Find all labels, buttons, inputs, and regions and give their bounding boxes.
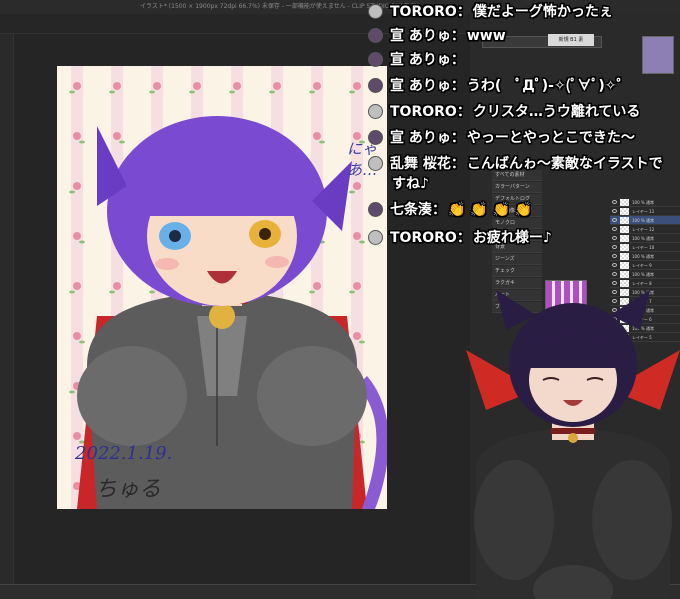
chat-body: 👏 👏 👏 👏 [448,202,533,218]
layer-thumbnail [620,244,629,251]
chat-text: 宣 ありゅ： [390,50,467,70]
chat-author: TORORO： [390,4,471,20]
chat-body: www [466,28,506,44]
visibility-eye-icon[interactable] [612,227,617,231]
chat-text: すね♪ [390,174,429,194]
layer-row[interactable]: 100 % 通常 [610,216,680,225]
svg-text:2022.1.19.: 2022.1.19. [74,443,172,464]
layer-label: 100 % 通常 [632,218,654,223]
layer-row[interactable]: レイヤー 10 [610,243,680,252]
chat-body: お疲れ様ー♪ [472,230,552,246]
layer-row[interactable]: レイヤー 11 [610,207,680,216]
chat-body: うわ( ﾟДﾟ)-✧(ﾟ∀ﾟ)✧゜ [466,78,631,94]
visibility-eye-icon[interactable] [612,281,617,285]
chat-author: TORORO： [390,230,471,246]
material-item[interactable]: ジーンズ [492,254,542,265]
layer-thumbnail [620,271,629,278]
layer-thumbnail [620,262,629,269]
layer-row[interactable]: レイヤー 9 [610,261,680,270]
user-avatar-icon [368,130,383,145]
visibility-eye-icon[interactable] [612,236,617,240]
visibility-eye-icon[interactable] [612,245,617,249]
layer-thumbnail [620,199,629,206]
chat-author: TORORO： [390,104,471,120]
chat-author: 乱舞 桜花： [390,156,465,172]
chat-body: こんばんゎ〜素敵なイラストで [466,156,663,172]
layer-label: 100 % 通常 [632,272,654,277]
material-item[interactable]: チェック [492,266,542,277]
user-avatar-icon [368,230,383,245]
layer-label: レイヤー 10 [632,245,655,250]
material-item[interactable]: ラクガキ [492,278,542,289]
artwork-illustration: 2022.1.19. ちゅる [57,66,387,509]
chat-text: TORORO： クリスタ…うウ離れている [390,102,640,122]
chat-author: 宣 ありゅ： [390,130,465,146]
layer-thumbnail [620,226,629,233]
left-tool-strip[interactable] [0,34,14,599]
visibility-eye-icon[interactable] [612,218,617,222]
chat-author: 宣 ありゅ： [390,28,465,44]
artwork-canvas[interactable]: 2022.1.19. ちゅる にゃあ… [57,66,387,509]
layer-label: 100 % 通常 [632,200,654,205]
layer-row[interactable]: レイヤー 8 [610,279,680,288]
layer-label: レイヤー 9 [632,263,652,268]
vtuber-avatar [466,290,680,599]
visibility-eye-icon[interactable] [612,263,617,267]
material-item[interactable]: カラーパターン [492,182,542,193]
visibility-eye-icon[interactable] [612,200,617,204]
user-avatar-icon [368,52,383,67]
chat-text: TORORO： 僕だよーグ怖かったぇ [390,2,613,22]
svg-text:ちゅる: ちゅる [95,477,161,502]
chat-text: 宣 ありゅ： うわ( ﾟДﾟ)-✧(ﾟ∀ﾟ)✧゜ [390,76,631,96]
user-avatar-icon [368,202,383,217]
user-avatar-icon [368,156,383,171]
layer-row[interactable]: 100 % 通常 [610,198,680,207]
layer-thumbnail [620,280,629,287]
visibility-eye-icon[interactable] [612,254,617,258]
chat-text: 七条湊： 👏 👏 👏 👏 [390,200,532,220]
layer-label: 100 % 通常 [632,254,654,259]
chat-author: 七条湊： [390,202,446,218]
chat-text: 乱舞 桜花： こんばんゎ〜素敵なイラストで [390,154,663,174]
navigator-preview[interactable] [642,36,674,74]
layer-thumbnail [620,208,629,215]
chat-author: 宣 ありゅ： [390,78,465,94]
layer-row[interactable]: 100 % 通常 [610,252,680,261]
chat-text: TORORO： お疲れ様ー♪ [390,228,552,248]
layer-thumbnail [620,217,629,224]
layer-thumbnail [620,235,629,242]
user-avatar-icon [368,4,383,19]
visibility-eye-icon[interactable] [612,272,617,276]
layer-row[interactable]: 100 % 通常 [610,270,680,279]
layer-thumbnail [620,253,629,260]
visibility-eye-icon[interactable] [612,209,617,213]
layer-label: レイヤー 8 [632,281,652,286]
chat-body: クリスタ…うウ離れている [472,104,641,120]
user-avatar-icon [368,28,383,43]
layer-label: 100 % 通常 [632,236,654,241]
chat-body: 僕だよーグ怖かったぇ [472,4,613,20]
layer-label: レイヤー 12 [632,227,655,232]
chat-text: 宣 ありゅ： やっーとやっとこできた〜 [390,128,635,148]
chat-text: 宣 ありゅ： www [390,26,506,46]
chat-body: やっーとやっとこできた〜 [466,130,635,146]
layer-row[interactable]: 100 % 通常 [610,234,680,243]
chat-body: すね♪ [392,176,429,192]
layer-label: レイヤー 11 [632,209,655,214]
user-avatar-icon [368,104,383,119]
layer-row[interactable]: レイヤー 12 [610,225,680,234]
user-avatar-icon [368,78,383,93]
chat-author: 宣 ありゅ： [390,52,465,68]
material-tab[interactable]: 新規 B1 素 [548,34,594,46]
